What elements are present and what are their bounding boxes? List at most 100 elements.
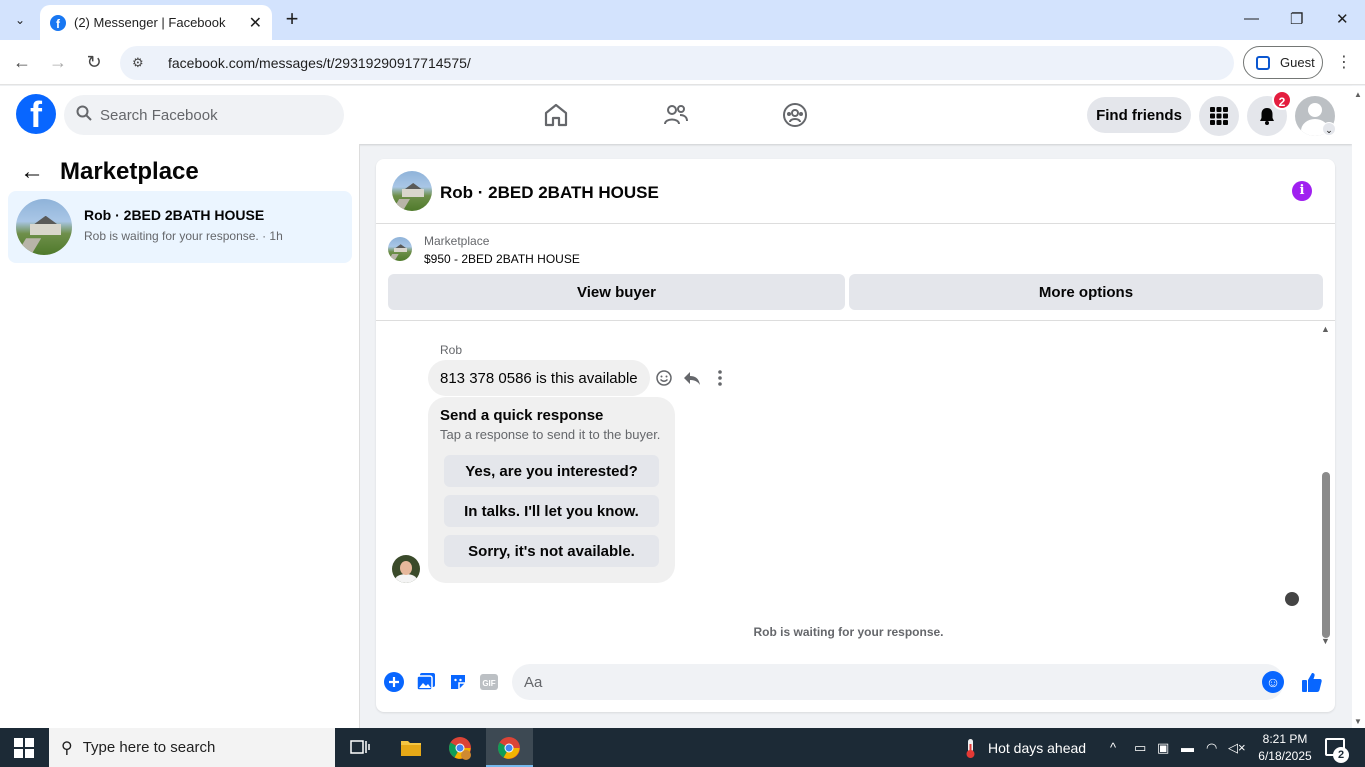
listing-label: Marketplace — [424, 234, 490, 248]
info-icon[interactable]: i — [1292, 181, 1312, 201]
quick-response-option[interactable]: Sorry, it's not available. — [444, 535, 659, 567]
groups-icon[interactable] — [780, 100, 810, 130]
find-friends-button[interactable]: Find friends — [1087, 97, 1191, 133]
page-scrollbar[interactable]: ▲ ▼ — [1352, 86, 1365, 728]
message-input-wrapper — [512, 664, 1284, 700]
quick-response-option[interactable]: Yes, are you interested? — [444, 455, 659, 487]
marketplace-sidebar: ← Marketplace Rob · 2BED 2BATH HOUSE Rob… — [0, 144, 360, 728]
search-input[interactable] — [100, 106, 320, 124]
like-thumbs-up-icon[interactable] — [1301, 671, 1323, 693]
windows-taskbar: ⚲ Type here to search Hot days ahead ^ ▭… — [0, 728, 1365, 767]
reply-icon[interactable] — [682, 368, 702, 388]
volume-muted-icon[interactable]: ◁× — [1228, 740, 1246, 756]
sender-name: Rob — [440, 343, 463, 357]
screen-capture-icon[interactable]: ▣ — [1157, 740, 1169, 756]
search-icon — [76, 105, 92, 126]
site-settings-icon[interactable]: ⚙ — [132, 55, 150, 71]
clock-date: 6/18/2025 — [1258, 749, 1312, 763]
window-close-icon[interactable]: ✕ — [1336, 10, 1349, 28]
chrome-profile-icon[interactable] — [448, 736, 472, 760]
sidebar-title: Marketplace — [60, 158, 199, 185]
message-composer: GIF ☺ — [376, 659, 1335, 707]
guest-profile-button[interactable]: Guest — [1243, 46, 1323, 79]
notification-badge: 2 — [1272, 90, 1292, 110]
browser-menu-icon[interactable]: ⋮ — [1336, 52, 1352, 72]
account-chevron-down-icon[interactable]: ⌄ — [1322, 122, 1336, 136]
sidebar-header: ← Marketplace — [20, 158, 199, 186]
waiting-status: Rob is waiting for your response. — [753, 625, 944, 639]
react-emoji-icon[interactable] — [654, 368, 674, 388]
restore-icon[interactable]: ❐ — [1290, 10, 1303, 28]
listing-banner: Marketplace $950 - 2BED 2BATH HOUSE View… — [376, 225, 1335, 321]
message-scrollbar[interactable]: ▲ ▼ — [1320, 324, 1332, 648]
sender-avatar[interactable] — [392, 555, 420, 583]
tray-chevron-up-icon[interactable]: ^ — [1110, 740, 1116, 755]
url-text: facebook.com/messages/t/2931929091771457… — [168, 55, 471, 71]
listing-small-thumbnail — [388, 237, 412, 261]
forward-icon[interactable]: → — [46, 50, 70, 74]
chrome-icon[interactable] — [497, 736, 521, 760]
more-actions-icon[interactable] — [710, 368, 730, 388]
windows-start-icon[interactable] — [14, 738, 34, 758]
reload-icon[interactable]: ↻ — [82, 50, 106, 74]
new-tab-button[interactable]: + — [281, 8, 303, 32]
photo-icon[interactable] — [415, 671, 437, 693]
taskbar-search-placeholder: Type here to search — [82, 739, 216, 756]
taskbar-clock[interactable]: 8:21 PM 6/18/2025 — [1250, 731, 1320, 765]
chat-title[interactable]: Rob · 2BED 2BATH HOUSE — [440, 183, 659, 203]
conversation-item[interactable]: Rob · 2BED 2BATH HOUSE Rob is waiting fo… — [8, 191, 352, 263]
battery-icon[interactable]: ▬ — [1181, 740, 1194, 755]
omnibox[interactable]: ⚙ facebook.com/messages/t/29319290917714… — [120, 46, 1234, 80]
facebook-search[interactable] — [64, 95, 344, 135]
taskbar-search-icon: ⚲ — [61, 739, 73, 757]
message-list: Rob 813 378 0586 is this available Send … — [376, 322, 1335, 647]
conversation-name: Rob · 2BED 2BATH HOUSE — [84, 207, 265, 223]
weather-thermometer-icon[interactable] — [958, 736, 982, 760]
guest-label: Guest — [1280, 55, 1315, 70]
friends-icon[interactable] — [661, 100, 691, 130]
quick-response-card: Send a quick response Tap a response to … — [428, 397, 675, 583]
meet-now-icon[interactable]: ▭ — [1134, 740, 1146, 756]
seen-indicator-avatar — [1285, 592, 1299, 606]
facebook-favicon-icon: f — [50, 14, 66, 31]
add-plus-icon[interactable] — [383, 671, 405, 693]
minimize-icon[interactable]: — — [1244, 10, 1259, 27]
quick-response-option[interactable]: In talks. I'll let you know. — [444, 495, 659, 527]
sticker-icon[interactable] — [447, 671, 469, 693]
menu-grid-icon[interactable] — [1199, 96, 1239, 136]
listing-thumbnail — [16, 199, 72, 255]
browser-tab-bar: ⌄ f (2) Messenger | Facebook ✕ + — ❐ ✕ — [0, 0, 1365, 40]
weather-text[interactable]: Hot days ahead — [988, 740, 1086, 756]
chat-listing-thumbnail[interactable] — [392, 171, 432, 211]
quick-response-subtitle: Tap a response to send it to the buyer. — [440, 427, 661, 442]
browser-tab[interactable]: f (2) Messenger | Facebook ✕ — [40, 5, 272, 40]
chat-header: Rob · 2BED 2BATH HOUSE i — [376, 159, 1335, 224]
back-icon[interactable]: ← — [10, 50, 34, 74]
message-input[interactable] — [524, 673, 1224, 691]
taskbar-search[interactable]: ⚲ Type here to search — [49, 728, 335, 767]
tab-close-icon[interactable]: ✕ — [249, 13, 262, 33]
gif-label: GIF — [482, 679, 495, 688]
message-bubble[interactable]: 813 378 0586 is this available — [428, 360, 650, 396]
tab-search-dropdown-icon[interactable]: ⌄ — [8, 8, 32, 32]
profile-icon — [1256, 55, 1270, 70]
gif-icon[interactable]: GIF — [478, 671, 500, 693]
home-icon[interactable] — [541, 100, 571, 130]
address-bar-row: ← → ↻ ⚙ facebook.com/messages/t/29319290… — [0, 40, 1365, 85]
more-options-button[interactable]: More options — [849, 274, 1323, 310]
wifi-icon[interactable]: ◠ — [1206, 740, 1217, 756]
conversation-preview: Rob is waiting for your response. · 1h — [84, 229, 283, 243]
listing-price-title[interactable]: $950 - 2BED 2BATH HOUSE — [424, 252, 580, 266]
chat-panel: Rob · 2BED 2BATH HOUSE i Marketplace $95… — [376, 159, 1335, 712]
clock-time: 8:21 PM — [1262, 732, 1308, 746]
facebook-logo-icon[interactable]: f — [16, 94, 56, 134]
task-view-icon[interactable] — [348, 736, 372, 760]
file-explorer-icon[interactable] — [399, 736, 423, 760]
action-center-badge: 2 — [1333, 747, 1349, 763]
tab-title: (2) Messenger | Facebook — [74, 15, 226, 30]
view-buyer-button[interactable]: View buyer — [388, 274, 845, 310]
facebook-header: f Find friends 2 — [0, 86, 1352, 144]
emoji-icon[interactable]: ☺ — [1262, 671, 1284, 693]
back-arrow-icon[interactable]: ← — [20, 158, 44, 186]
quick-response-title: Send a quick response — [440, 407, 604, 424]
